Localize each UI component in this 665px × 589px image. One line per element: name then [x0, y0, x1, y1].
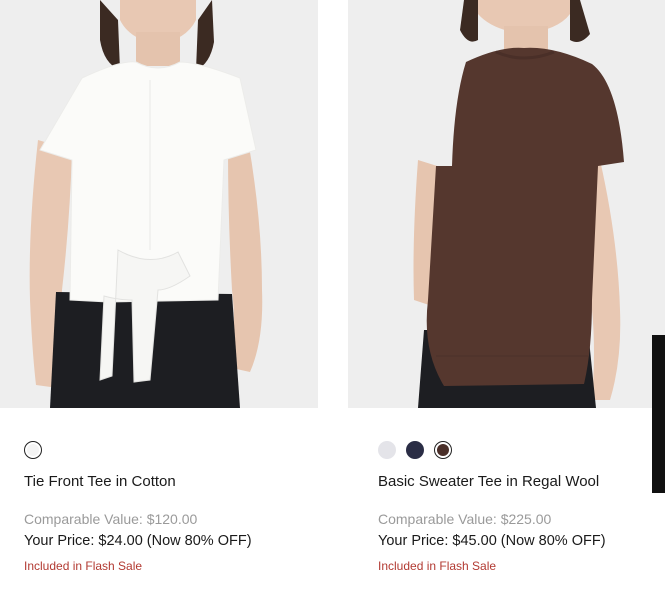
flash-sale-label: Included in Flash Sale [378, 559, 497, 573]
color-swatch-navy[interactable] [406, 441, 424, 459]
color-swatches [378, 441, 452, 459]
comparable-value: Comparable Value: $225.00 [378, 511, 552, 527]
swatch-color [406, 441, 424, 459]
comparable-value: Comparable Value: $120.00 [24, 511, 198, 527]
swatch-color [27, 444, 39, 456]
product-image[interactable] [0, 0, 318, 408]
product-card[interactable]: Tie Front Tee in Cotton Comparable Value… [0, 0, 318, 573]
your-price: Your Price: $24.00 (Now 80% OFF) [24, 533, 252, 549]
color-swatch-white[interactable] [24, 441, 42, 459]
color-swatches [24, 441, 42, 459]
brown-sweater-tee-model-image [348, 0, 665, 408]
product-image[interactable] [348, 0, 665, 408]
product-name[interactable]: Basic Sweater Tee in Regal Wool [378, 473, 599, 490]
flash-sale-label: Included in Flash Sale [24, 559, 143, 573]
your-price: Your Price: $45.00 (Now 80% OFF) [378, 533, 606, 549]
swatch-color [378, 441, 396, 459]
product-name[interactable]: Tie Front Tee in Cotton [24, 473, 176, 490]
swatch-color [437, 444, 449, 456]
color-swatch-light-gray[interactable] [378, 441, 396, 459]
white-tee-model-image [0, 0, 318, 408]
color-swatch-brown[interactable] [434, 441, 452, 459]
product-card[interactable]: Basic Sweater Tee in Regal Wool Comparab… [348, 0, 665, 573]
side-feedback-tab[interactable] [652, 335, 665, 493]
